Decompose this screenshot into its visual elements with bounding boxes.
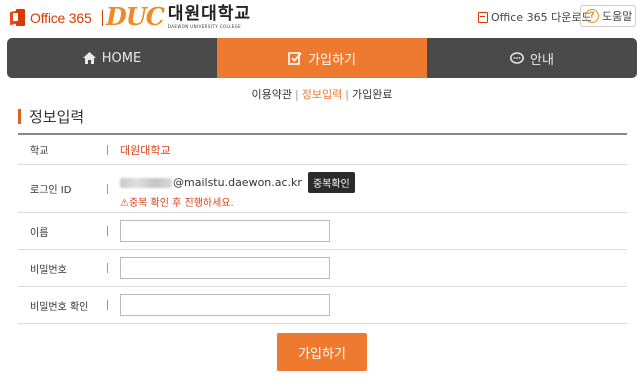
help-button[interactable]: ? 도움말 xyxy=(580,5,636,27)
school-value: 대원대학교 xyxy=(120,143,171,157)
help-label: 도움말 xyxy=(602,10,633,23)
duplicate-check-button[interactable]: 중복확인 xyxy=(307,172,355,193)
step-terms: 이용약관 xyxy=(251,88,293,101)
step-separator: | xyxy=(345,88,349,101)
office-download-label: Office 365 다운로드 xyxy=(491,11,592,24)
password-input[interactable] xyxy=(120,257,330,279)
tab-signup-label: 가입하기 xyxy=(308,52,356,68)
password-label: 비밀번호 xyxy=(30,264,67,276)
login-id-label: 로그인 ID xyxy=(30,185,72,196)
login-id-value xyxy=(120,177,172,188)
form-row-login-id: 로그인 ID @mailstu.daewon.ac.kr 중복확인 ⚠중복 확인… xyxy=(18,165,627,213)
label-divider xyxy=(107,300,108,310)
edit-check-icon xyxy=(288,51,302,65)
password-confirm-input[interactable] xyxy=(120,294,330,316)
school-label: 학교 xyxy=(30,146,49,157)
top-header: Office 365 DUC 대원대학교 DAEWON UNIVERSITY C… xyxy=(0,0,644,36)
university-logo[interactable]: DUC 대원대학교 DAEWON UNIVERSITY COLLEGE xyxy=(106,2,252,31)
signup-submit-button[interactable]: 가입하기 xyxy=(277,333,367,371)
download-icon xyxy=(478,11,488,23)
name-label: 이름 xyxy=(30,227,49,239)
tab-signup[interactable]: 가입하기 xyxy=(217,38,427,78)
office-icon xyxy=(10,9,26,26)
duc-logo-mark: DUC xyxy=(106,2,165,31)
label-divider xyxy=(107,263,108,273)
home-icon xyxy=(82,52,96,64)
university-english-name: DAEWON UNIVERSITY COLLEGE xyxy=(167,24,242,29)
section-title: 정보입력 xyxy=(18,106,84,127)
tab-guide-label: 안내 xyxy=(530,52,554,68)
office365-label: Office 365 xyxy=(30,9,92,26)
tab-home[interactable]: HOME xyxy=(7,38,217,78)
name-input[interactable] xyxy=(120,220,330,242)
university-name: 대원대학교 xyxy=(167,4,252,24)
question-icon: ? xyxy=(585,9,599,23)
form-row-password: 비밀번호 xyxy=(18,250,627,287)
tab-home-label: HOME xyxy=(101,50,142,66)
label-divider xyxy=(107,144,108,155)
email-line: @mailstu.daewon.ac.kr 중복확인 xyxy=(120,172,355,193)
form-row-name: 이름 xyxy=(18,213,627,250)
label-divider xyxy=(107,226,108,236)
chat-bubble-icon xyxy=(510,51,524,65)
signup-steps: 이용약관 | 정보입력 | 가입완료 xyxy=(0,86,644,102)
form-row-school: 학교 대원대학교 xyxy=(18,135,627,165)
duplicate-check-warning: ⚠중복 확인 후 진행하세요. xyxy=(120,198,234,209)
step-separator: | xyxy=(295,88,299,101)
email-domain: @mailstu.daewon.ac.kr xyxy=(173,176,302,189)
office-download-link[interactable]: Office 365 다운로드 xyxy=(478,9,592,25)
step-complete: 가입완료 xyxy=(351,88,393,101)
logo-divider xyxy=(101,9,103,26)
password-confirm-label: 비밀번호 확인 xyxy=(30,301,89,313)
main-nav: HOME 가입하기 안내 xyxy=(7,38,637,78)
tab-guide[interactable]: 안내 xyxy=(427,38,637,78)
office365-logo[interactable]: Office 365 xyxy=(10,9,103,26)
signup-form: 학교 대원대학교 로그인 ID @mailstu.daewon.ac.kr 중복… xyxy=(18,133,627,324)
step-info-input: 정보입력 xyxy=(301,88,343,101)
form-row-password-confirm: 비밀번호 확인 xyxy=(18,287,627,324)
label-divider xyxy=(107,183,108,194)
